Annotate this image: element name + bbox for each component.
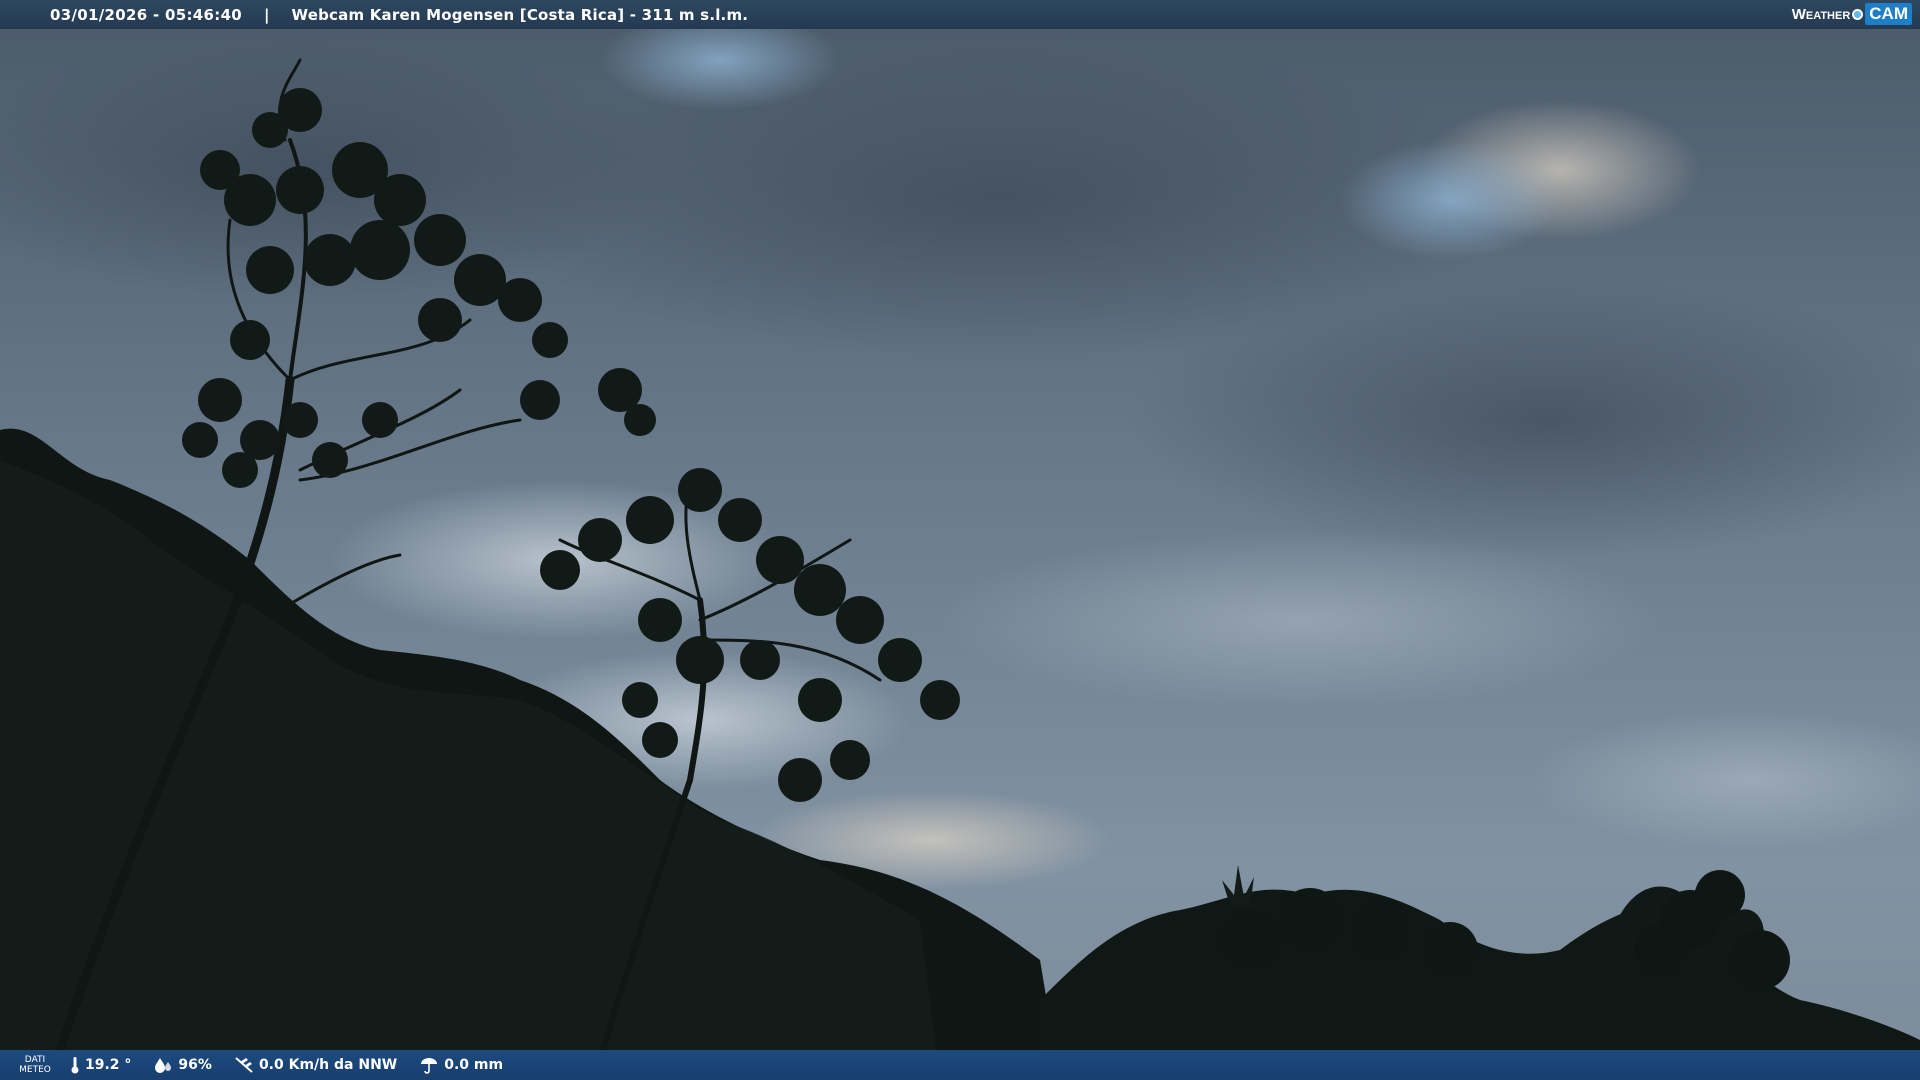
weather-data-bar: DATI METEO 19.2 ° 96% 0.0 Km/h da NNW 0.… [0,1050,1920,1080]
wind-reading: 0.0 Km/h da NNW [234,1056,397,1074]
humidity-drop-icon [155,1058,172,1073]
logo-cam-text: CAM [1865,3,1912,25]
humidity-reading: 96% [153,1057,212,1073]
capture-datetime: 03/01/2026 - 05:46:40 [50,5,243,24]
rain-icon [421,1058,438,1074]
header-separator: | [264,5,270,24]
wind-value: 0.0 Km/h da NNW [258,1057,398,1073]
webcam-title: Webcam Karen Mogensen [Costa Rica] - 311… [291,5,749,24]
thermometer-icon [71,1057,79,1074]
rain-value: 0.0 mm [444,1057,504,1073]
dati-label-line2: METEO [19,1065,51,1075]
webcam-header-bar: 03/01/2026 - 05:46:40 | Webcam Karen Mog… [0,0,1920,29]
wind-icon [235,1057,253,1073]
temperature-value: 19.2 ° [85,1057,132,1073]
humidity-value: 96% [178,1057,212,1073]
temperature-reading: 19.2 ° [70,1056,131,1074]
webcam-image [0,0,1920,1080]
rain-reading: 0.0 mm [419,1056,503,1074]
weathercam-logo: Weather CAM [1792,3,1912,25]
dati-meteo-label: DATI METEO [0,1055,70,1075]
logo-weather-text: Weather [1791,5,1851,23]
dati-label-line1: DATI [24,1055,46,1065]
logo-dot-icon [1852,8,1864,20]
